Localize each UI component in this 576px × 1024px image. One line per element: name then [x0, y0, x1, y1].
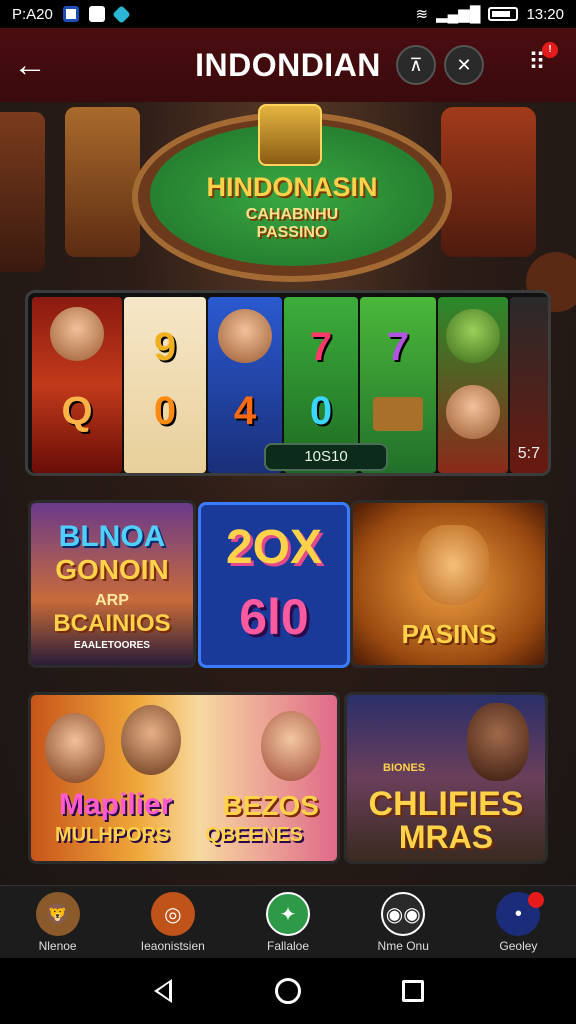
tile-subtitle-2: QBEENES	[205, 824, 303, 846]
tile-title-2: BEZOS	[222, 790, 319, 821]
system-navigation-bar	[0, 958, 576, 1024]
system-back-button[interactable]	[143, 971, 183, 1011]
nav-label: Geoley	[499, 939, 538, 953]
tile-title: 2OX	[225, 521, 323, 574]
slot-reels-banner[interactable]: Q 9 0 4 7 0 7 10S10 5:7	[25, 290, 551, 476]
tile-title-3: BCAINIOS	[53, 610, 171, 637]
tile-subtitle: ARP	[95, 592, 129, 609]
recents-square-icon	[402, 980, 425, 1002]
game-controller-icon: ✦	[266, 892, 310, 936]
nav-item-profile[interactable]: • Geoley	[461, 886, 576, 958]
profile-icon: •	[496, 892, 545, 936]
game-tile[interactable]: Mapilier BEZOS MULHPORS QBEENES	[28, 692, 340, 864]
bottom-navigation: 🦁 Nlenoe ◎ Ieaonistsien ✦ Fallaloe ◉◉ Nm…	[0, 885, 576, 958]
goblin-symbol	[446, 309, 500, 363]
portrait-image	[261, 711, 321, 781]
notification-badge	[528, 892, 545, 908]
table-icon-button[interactable]: ⊼	[396, 45, 436, 85]
back-triangle-icon	[153, 979, 172, 1003]
tile-title-2: MRAS	[398, 819, 494, 855]
app-notification-icon-2	[88, 6, 105, 22]
treasure-chest-symbol	[373, 397, 423, 431]
notification-badge: !	[542, 42, 558, 58]
portrait-image	[45, 713, 105, 783]
nav-label: Ieaonistsien	[140, 939, 205, 953]
reel-symbol: 0	[309, 389, 333, 433]
reel-symbol: 7	[386, 325, 410, 369]
app-notification-icon	[62, 6, 79, 22]
nav-label: Nme Onu	[377, 939, 429, 953]
nav-item-home[interactable]: 🦁 Nlenoe	[0, 886, 115, 958]
slot-machine-image	[65, 107, 140, 257]
more-menu-button[interactable]: ⠿ !	[520, 42, 558, 82]
game-tile[interactable]: 2OX 6l0	[198, 502, 350, 668]
app-notification-icon-3	[112, 4, 131, 24]
tile-title: CHLIFIES	[368, 785, 524, 823]
nav-item-games[interactable]: ✦ Fallaloe	[230, 886, 345, 958]
signal-icon: ▂▄▆█	[436, 6, 481, 23]
back-arrow-icon[interactable]: ←	[0, 28, 60, 102]
tools-icon: ✕	[456, 54, 472, 75]
reel-symbol: 0	[153, 389, 177, 433]
slot-reel	[438, 297, 508, 473]
system-home-button[interactable]	[268, 971, 308, 1011]
lion-mascot-image	[417, 525, 489, 605]
home-circle-icon	[274, 978, 301, 1004]
status-time: 13:20	[526, 5, 564, 23]
game-tile[interactable]: PASINS	[350, 500, 548, 668]
slot-reel: 9 0	[124, 297, 206, 473]
nav-item-casino[interactable]: ◎ Ieaonistsien	[115, 886, 230, 958]
slot-corner-value: 5:7	[517, 445, 540, 462]
portrait-image	[121, 705, 181, 775]
reel-symbol: 9	[153, 325, 177, 369]
reel-symbol: 7	[309, 325, 333, 369]
status-bar: P:A20 ≋ ▂▄▆█ 13:20	[0, 0, 576, 28]
game-tile[interactable]: BIONES CHLIFIES MRAS	[344, 692, 548, 864]
tools-icon-button[interactable]: ✕	[444, 45, 484, 85]
tile-title: PASINS	[401, 619, 497, 649]
roulette-machine-image	[441, 107, 536, 257]
nav-label: Nlenoe	[38, 939, 77, 953]
status-left-text: P:A20	[12, 5, 53, 23]
table-icon: ⊼	[409, 54, 423, 75]
system-recents-button[interactable]	[393, 971, 433, 1011]
hero-banner[interactable]: HINDONASIN CAHABNHU PASSINO	[0, 102, 576, 312]
hero-title: HINDONASIN	[206, 172, 378, 202]
casino-chip-icon: ◎	[150, 892, 195, 936]
hero-subtitle: CAHABNHU	[245, 206, 339, 223]
lion-mascot-icon: 🦁	[35, 892, 80, 936]
portrait-image	[467, 703, 529, 781]
nav-label: Fallaloe	[266, 939, 310, 953]
page-title: INDONDIAN	[195, 47, 381, 83]
wifi-icon: ≋	[415, 6, 429, 23]
tile-title: BLNOA	[58, 520, 166, 553]
crest-emblem	[258, 104, 322, 166]
gamepad-icon: ◉◉	[381, 892, 426, 936]
portrait-symbol	[446, 385, 500, 439]
battery-icon	[488, 7, 519, 21]
main-content: HINDONASIN CAHABNHU PASSINO Q 9 0 4 7 0 …	[0, 102, 576, 885]
tile-caption: EAALETOORES	[74, 640, 150, 651]
reel-symbol: Q	[61, 389, 93, 433]
slot-machine-image	[0, 112, 45, 272]
tile-title-2: GONOIN	[55, 554, 169, 585]
slot-counter: 10S10	[264, 443, 388, 471]
portrait-symbol	[218, 309, 272, 363]
game-tile[interactable]: BLNOA GONOIN ARP BCAINIOS EAALETOORES	[28, 500, 196, 668]
tile-title-2: 6l0	[239, 589, 309, 645]
slot-reel: Q	[32, 297, 122, 473]
app-header: ← INDONDIAN ⊼ ✕ ⠿ !	[0, 28, 576, 102]
reel-symbol: 4	[233, 389, 257, 433]
portrait-symbol	[50, 307, 104, 361]
nav-item-online[interactable]: ◉◉ Nme Onu	[346, 886, 461, 958]
hero-subtitle-2: PASSINO	[256, 224, 328, 241]
